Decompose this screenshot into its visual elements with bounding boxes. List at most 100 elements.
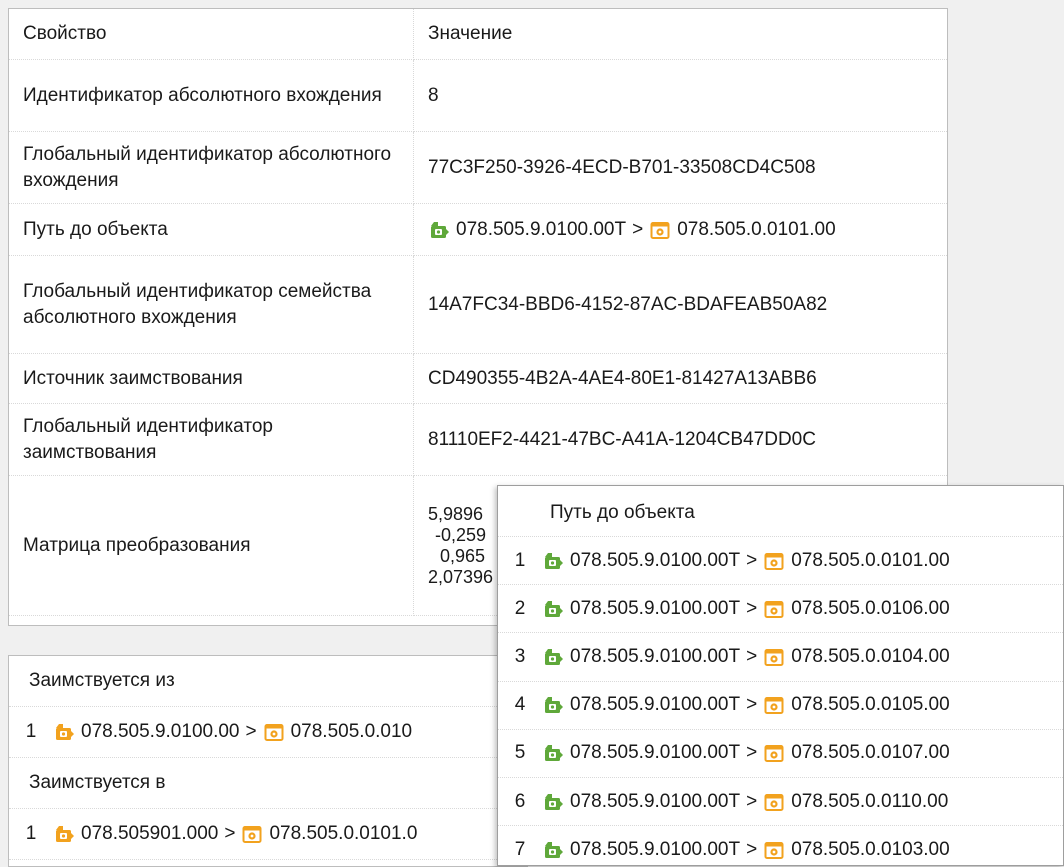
object-path[interactable]: 078.505.9.0100.00 > 078.505.0.010	[53, 721, 412, 743]
property-name: Матрица преобразования	[9, 475, 414, 616]
path-separator: >	[746, 597, 758, 619]
borrowed-to-label: Заимствуется в	[9, 758, 527, 809]
list-item[interactable]: 3 078.505.9.0100.00T >078.505.0.0104.00	[498, 633, 1063, 682]
column-header-value[interactable]: Значение	[413, 9, 947, 60]
property-name: Глобальный идентификатор заимствования	[9, 403, 414, 476]
popup-title: Путь до объекта	[498, 486, 1063, 537]
orange-part-icon	[763, 694, 785, 716]
list-item[interactable]: 6 078.505.9.0100.00T >078.505.0.0110.00	[498, 778, 1063, 827]
path-to: 078.505.0.0110.00	[791, 790, 949, 812]
path-separator: >	[746, 549, 758, 571]
path-from: 078.505.9.0100.00T	[570, 838, 741, 860]
path-to: 078.505.0.0104.00	[791, 645, 950, 667]
path-separator: >	[746, 838, 758, 860]
list-item[interactable]: 2 078.505.9.0100.00T >078.505.0.0106.00	[498, 585, 1063, 634]
list-item[interactable]: 4 078.505.9.0100.00T >078.505.0.0105.00	[498, 682, 1063, 730]
path-from: 078.505.9.0100.00	[81, 721, 240, 742]
object-path[interactable]: 078.505.9.0100.00T >078.505.0.0107.00	[542, 742, 950, 764]
object-path[interactable]: 078.505.9.0100.00T >078.505.0.0106.00	[542, 598, 950, 620]
green-assembly-icon	[542, 550, 564, 572]
object-path[interactable]: 078.505.9.0100.00T >078.505.0.0110.00	[542, 791, 948, 813]
object-path[interactable]: 078.505901.000 > 078.505.0.0101.0	[53, 823, 417, 845]
borrowing-panel: Заимствуется из 1 078.505.9.0100.00 > 07…	[8, 655, 528, 867]
property-value: 14A7FC34-BBD6-4152-87AC-BDAFEAB50A82	[413, 255, 947, 354]
path-to: 078.505.0.0101.0	[269, 823, 418, 844]
path-to: 078.505.0.0105.00	[791, 694, 950, 716]
orange-part-icon	[241, 823, 263, 845]
orange-part-icon	[763, 646, 785, 668]
green-assembly-icon	[542, 791, 564, 813]
path-separator: >	[746, 790, 758, 812]
properties-header: Свойство Значение	[9, 9, 947, 60]
object-path[interactable]: 078.505.9.0100.00T >078.505.0.0101.00	[542, 550, 950, 572]
property-value: 81110EF2-4421-47BC-A41A-1204CB47DD0C	[413, 403, 947, 476]
row-number: 4	[514, 694, 526, 716]
path-separator: >	[245, 721, 257, 742]
table-row[interactable]: Идентификатор абсолютного вхождения 8	[9, 59, 947, 132]
path-to: 078.505.0.0101.00	[677, 218, 836, 240]
borrowed-from-label: Заимствуется из	[9, 656, 527, 707]
path-separator: >	[746, 694, 758, 716]
path-separator: >	[632, 218, 644, 240]
path-separator: >	[746, 742, 758, 764]
list-item[interactable]: 1 078.505901.000 > 078.505.0.0101.0	[9, 809, 527, 860]
path-from: 078.505.9.0100.00T	[570, 549, 741, 571]
row-number: 1	[25, 823, 37, 844]
object-path[interactable]: 078.505.9.0100.00T >078.505.0.0105.00	[542, 694, 950, 716]
row-number: 1	[25, 721, 37, 742]
path-from: 078.505901.000	[81, 823, 219, 844]
row-number: 7	[514, 838, 526, 860]
path-separator: >	[746, 645, 758, 667]
path-to: 078.505.0.0106.00	[791, 597, 950, 619]
property-name: Глобальный идентификатор семейства абсол…	[9, 255, 414, 354]
row-number: 1	[514, 549, 526, 571]
row-number: 6	[514, 790, 526, 812]
list-item[interactable]: 1 078.505.9.0100.00 > 078.505.0.010	[9, 707, 527, 758]
list-item[interactable]: 1 078.505.9.0100.00T >078.505.0.0101.00	[498, 537, 1063, 586]
table-row[interactable]: Глобальный идентификатор семейства абсол…	[9, 255, 947, 354]
table-row[interactable]: Путь до объекта 078.505.9.0100.00T > 078…	[9, 203, 947, 256]
object-path-popup: Путь до объекта 1 078.505.9.0100.00T >078.…	[497, 485, 1064, 866]
orange-part-icon	[763, 598, 785, 620]
property-name: Источник заимствования	[9, 353, 414, 404]
path-from: 078.505.9.0100.00T	[570, 742, 741, 764]
table-row[interactable]: Источник заимствования CD490355-4B2A-4AE…	[9, 353, 947, 404]
object-path[interactable]: 078.505.9.0100.00T > 078.505.0.0101.00	[428, 217, 933, 243]
path-to: 078.505.0.0107.00	[791, 742, 950, 764]
column-header-property[interactable]: Свойство	[9, 9, 414, 60]
green-assembly-icon	[542, 598, 564, 620]
property-name: Идентификатор абсолютного вхождения	[9, 59, 414, 132]
property-value: 8	[413, 59, 947, 132]
path-separator: >	[224, 823, 236, 844]
object-path[interactable]: 078.505.9.0100.00T >078.505.0.0104.00	[542, 646, 950, 668]
orange-part-icon	[649, 219, 671, 241]
property-value-path[interactable]: 078.505.9.0100.00T > 078.505.0.0101.00	[413, 203, 947, 256]
path-from: 078.505.9.0100.00T	[570, 694, 741, 716]
path-to: 078.505.0.0101.00	[791, 549, 950, 571]
orange-part-icon	[763, 742, 785, 764]
orange-part-icon	[763, 550, 785, 572]
green-assembly-icon	[542, 646, 564, 668]
object-path[interactable]: 078.505.9.0100.00T >078.505.0.0103.00	[542, 839, 950, 861]
green-assembly-icon	[542, 742, 564, 764]
row-number: 2	[514, 597, 526, 619]
path-list: 1 078.505.9.0100.00T >078.505.0.0101.00 2 07…	[498, 537, 1063, 865]
property-name: Глобальный идентификатор абсолютного вхо…	[9, 131, 414, 204]
green-assembly-icon	[542, 694, 564, 716]
list-item[interactable]: 7 078.505.9.0100.00T >078.505.0.0103.00	[498, 826, 1063, 865]
list-item[interactable]: 5 078.505.9.0100.00T >078.505.0.0107.00	[498, 730, 1063, 778]
green-assembly-icon	[542, 839, 564, 861]
path-to: 078.505.0.010	[290, 721, 413, 742]
path-to: 078.505.0.0103.00	[791, 838, 950, 860]
path-from: 078.505.9.0100.00T	[570, 790, 741, 812]
row-number: 3	[514, 645, 526, 667]
path-from: 078.505.9.0100.00T	[456, 218, 627, 240]
row-number: 5	[514, 742, 526, 764]
table-row[interactable]: Глобальный идентификатор абсолютного вхо…	[9, 131, 947, 204]
orange-assembly-icon	[53, 721, 75, 743]
table-row[interactable]: Глобальный идентификатор заимствования 8…	[9, 403, 947, 476]
orange-part-icon	[263, 721, 285, 743]
path-from: 078.505.9.0100.00T	[570, 645, 741, 667]
property-value: CD490355-4B2A-4AE4-80E1-81427A13ABB6	[413, 353, 947, 404]
orange-part-icon	[763, 839, 785, 861]
